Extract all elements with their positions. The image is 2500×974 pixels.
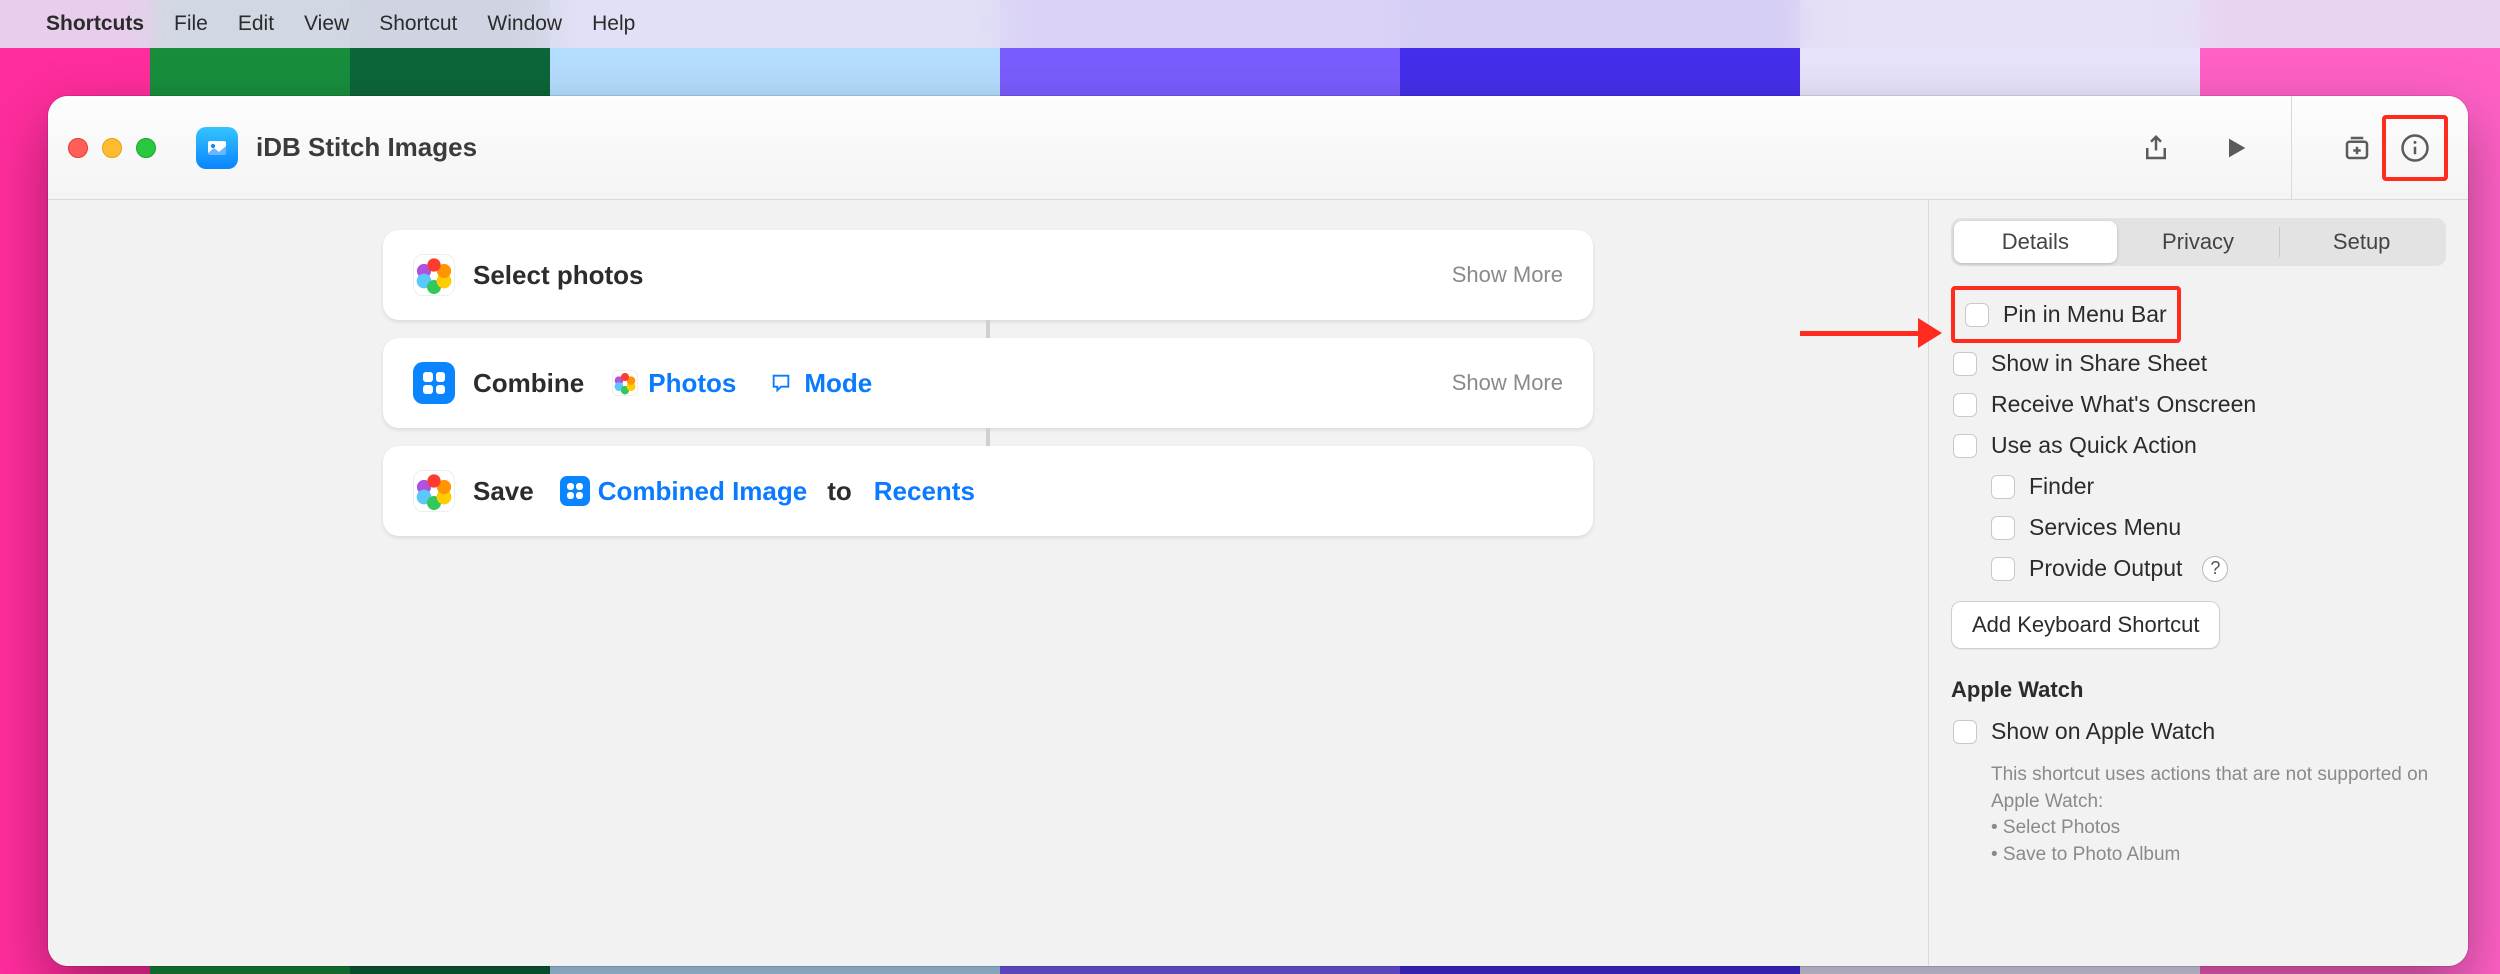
show-on-watch-row[interactable]: Show on Apple Watch bbox=[1951, 711, 2446, 752]
zoom-window-button[interactable] bbox=[136, 138, 156, 158]
combine-action-icon bbox=[560, 476, 590, 506]
show-more-button[interactable]: Show More bbox=[1452, 262, 1563, 288]
receive-onscreen-checkbox[interactable] bbox=[1953, 393, 1977, 417]
macos-menubar: Shortcuts File Edit View Shortcut Window… bbox=[0, 0, 2500, 48]
quick-action-label: Use as Quick Action bbox=[1991, 432, 2197, 459]
action-label: Combine bbox=[473, 368, 584, 399]
show-on-watch-checkbox[interactable] bbox=[1953, 720, 1977, 744]
finder-row[interactable]: Finder bbox=[1951, 466, 2446, 507]
services-menu-checkbox[interactable] bbox=[1991, 516, 2015, 540]
show-share-sheet-label: Show in Share Sheet bbox=[1991, 350, 2207, 377]
show-share-sheet-row[interactable]: Show in Share Sheet bbox=[1951, 343, 2446, 384]
show-share-sheet-checkbox[interactable] bbox=[1953, 352, 1977, 376]
action-combine-images[interactable]: Combine Photos Mode Show More bbox=[383, 338, 1593, 428]
info-button-highlight bbox=[2382, 115, 2448, 181]
combined-image-variable-token[interactable]: Combined Image bbox=[550, 472, 817, 511]
toolbar-divider bbox=[2291, 96, 2292, 200]
menu-window[interactable]: Window bbox=[487, 12, 562, 36]
menu-shortcut[interactable]: Shortcut bbox=[379, 12, 457, 36]
show-on-watch-label: Show on Apple Watch bbox=[1991, 718, 2215, 745]
action-label: Select photos bbox=[473, 260, 643, 291]
window-traffic-lights[interactable] bbox=[68, 138, 156, 158]
action-connector bbox=[986, 320, 990, 338]
menu-file[interactable]: File bbox=[174, 12, 208, 36]
pin-in-menubar-checkbox[interactable] bbox=[1965, 303, 1989, 327]
to-label: to bbox=[827, 476, 852, 507]
action-connector bbox=[986, 428, 990, 446]
mode-icon bbox=[766, 368, 796, 398]
quick-action-checkbox[interactable] bbox=[1953, 434, 1977, 458]
tab-details[interactable]: Details bbox=[1954, 221, 2117, 263]
mode-parameter-token[interactable]: Mode bbox=[756, 364, 882, 403]
library-toggle-button[interactable] bbox=[2332, 123, 2382, 173]
shortcut-canvas[interactable]: Select photos Show More Combine Photos bbox=[48, 200, 1928, 966]
receive-onscreen-row[interactable]: Receive What's Onscreen bbox=[1951, 384, 2446, 425]
info-button[interactable] bbox=[2390, 123, 2440, 173]
finder-label: Finder bbox=[2029, 473, 2094, 500]
menu-help[interactable]: Help bbox=[592, 12, 635, 36]
inspector-tabs[interactable]: Details Privacy Setup bbox=[1951, 218, 2446, 266]
share-button[interactable] bbox=[2131, 123, 2181, 173]
show-more-button[interactable]: Show More bbox=[1452, 370, 1563, 396]
services-menu-row[interactable]: Services Menu bbox=[1951, 507, 2446, 548]
shortcut-title: iDB Stitch Images bbox=[256, 132, 477, 163]
apple-watch-section-label: Apple Watch bbox=[1951, 677, 2446, 703]
inspector-sidebar: Details Privacy Setup Pin in Menu Bar Sh… bbox=[1928, 200, 2468, 966]
shortcuts-editor-window: iDB Stitch Images Select photos Show Mor… bbox=[48, 96, 2468, 966]
window-toolbar: iDB Stitch Images bbox=[48, 96, 2468, 200]
minimize-window-button[interactable] bbox=[102, 138, 122, 158]
watch-unsupported-note: This shortcut uses actions that are not … bbox=[1951, 762, 2446, 868]
photos-variable-token[interactable]: Photos bbox=[600, 364, 746, 403]
recents-album-token[interactable]: Recents bbox=[864, 472, 985, 511]
provide-output-label: Provide Output bbox=[2029, 555, 2182, 582]
menu-edit[interactable]: Edit bbox=[238, 12, 274, 36]
services-menu-label: Services Menu bbox=[2029, 514, 2181, 541]
action-label: Save bbox=[473, 476, 534, 507]
finder-checkbox[interactable] bbox=[1991, 475, 2015, 499]
tab-privacy[interactable]: Privacy bbox=[2117, 221, 2280, 263]
quick-action-row[interactable]: Use as Quick Action bbox=[1951, 425, 2446, 466]
photos-app-icon bbox=[413, 254, 455, 296]
pin-in-menubar-row[interactable]: Pin in Menu Bar bbox=[1963, 294, 2169, 335]
help-button[interactable]: ? bbox=[2202, 556, 2228, 582]
action-select-photos[interactable]: Select photos Show More bbox=[383, 230, 1593, 320]
action-save-to-album[interactable]: Save Combined Image to Recents bbox=[383, 446, 1593, 536]
close-window-button[interactable] bbox=[68, 138, 88, 158]
add-keyboard-shortcut-button[interactable]: Add Keyboard Shortcut bbox=[1951, 601, 2220, 649]
pin-in-menubar-label: Pin in Menu Bar bbox=[2003, 301, 2167, 328]
provide-output-row[interactable]: Provide Output ? bbox=[1951, 548, 2446, 589]
pin-checkbox-highlight: Pin in Menu Bar bbox=[1951, 286, 2181, 343]
provide-output-checkbox[interactable] bbox=[1991, 557, 2015, 581]
receive-onscreen-label: Receive What's Onscreen bbox=[1991, 391, 2256, 418]
shortcut-document-icon bbox=[196, 127, 238, 169]
photos-app-icon bbox=[610, 368, 640, 398]
menu-view[interactable]: View bbox=[304, 12, 349, 36]
combine-action-icon bbox=[413, 362, 455, 404]
tab-setup[interactable]: Setup bbox=[2280, 221, 2443, 263]
menubar-app-name[interactable]: Shortcuts bbox=[46, 12, 144, 36]
photos-app-icon bbox=[413, 470, 455, 512]
run-button[interactable] bbox=[2211, 123, 2261, 173]
